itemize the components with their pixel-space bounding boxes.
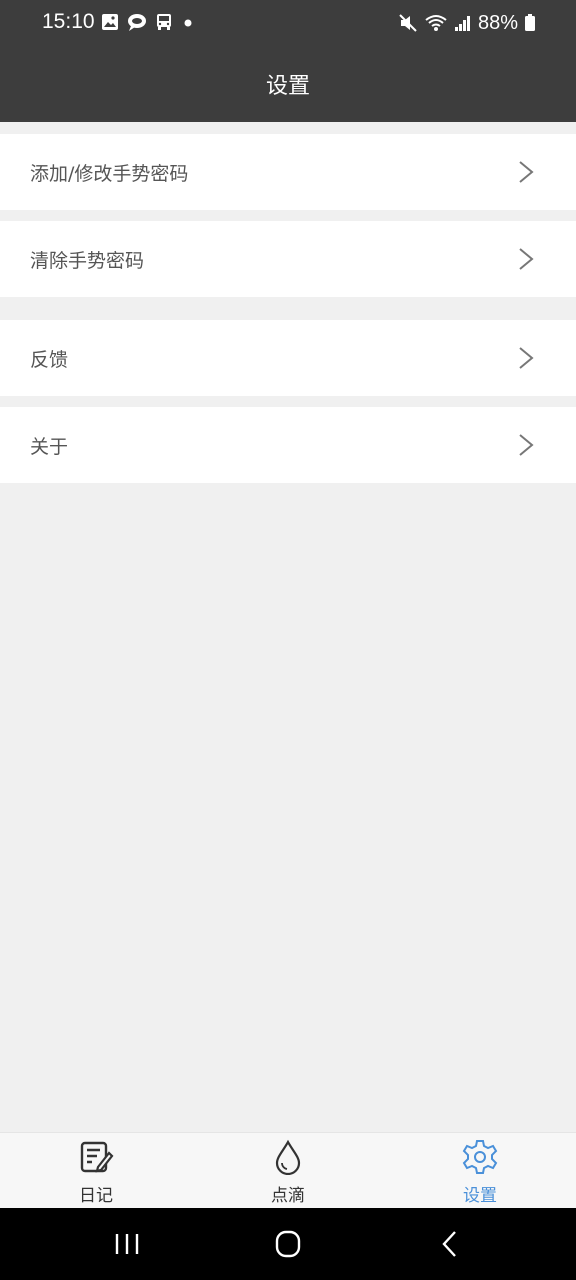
battery-icon [525, 14, 535, 31]
recent-apps-icon[interactable] [107, 1228, 147, 1260]
chevron-right-icon [519, 161, 534, 183]
bottom-tab-bar: 日记 点滴 设置 [0, 1132, 576, 1209]
tab-label: 点滴 [271, 1186, 305, 1206]
status-bar: 15:10 88% [0, 0, 576, 46]
bus-icon [157, 14, 171, 30]
chat-bubble-icon [128, 14, 146, 31]
drop-icon [275, 1139, 301, 1175]
signal-icon [454, 16, 470, 31]
system-nav-bar [0, 1208, 576, 1280]
back-icon[interactable] [430, 1228, 470, 1260]
tab-diary[interactable]: 日记 [0, 1133, 192, 1209]
menu-item-label: 反馈 [30, 348, 69, 371]
chevron-right-icon [519, 248, 534, 270]
wifi-icon [425, 15, 447, 31]
tab-drops[interactable]: 点滴 [192, 1133, 384, 1209]
menu-item-label: 添加/修改手势密码 [30, 162, 189, 185]
page-title: 设置 [265, 74, 310, 99]
menu-item-label: 关于 [30, 435, 69, 458]
image-icon [102, 14, 118, 30]
menu-item-gesture-password[interactable]: 添加/修改手势密码 [0, 134, 576, 210]
home-icon[interactable] [268, 1228, 308, 1260]
battery-percent: 88% [477, 12, 518, 34]
tab-label: 日记 [79, 1186, 113, 1206]
diary-icon [80, 1141, 114, 1173]
gear-icon [462, 1140, 498, 1174]
chevron-right-icon [519, 347, 534, 369]
status-time: 15:10 [42, 10, 95, 33]
menu-item-feedback[interactable]: 反馈 [0, 320, 576, 396]
menu-item-about[interactable]: 关于 [0, 407, 576, 483]
menu-item-label: 清除手势密码 [30, 249, 145, 272]
tab-settings[interactable]: 设置 [384, 1133, 576, 1209]
chevron-right-icon [519, 434, 534, 456]
dot-icon [184, 19, 192, 27]
tab-label: 设置 [463, 1186, 497, 1206]
title-bar: 设置 [0, 46, 576, 122]
mute-icon [399, 14, 417, 32]
menu-item-clear-gesture-password[interactable]: 清除手势密码 [0, 221, 576, 297]
